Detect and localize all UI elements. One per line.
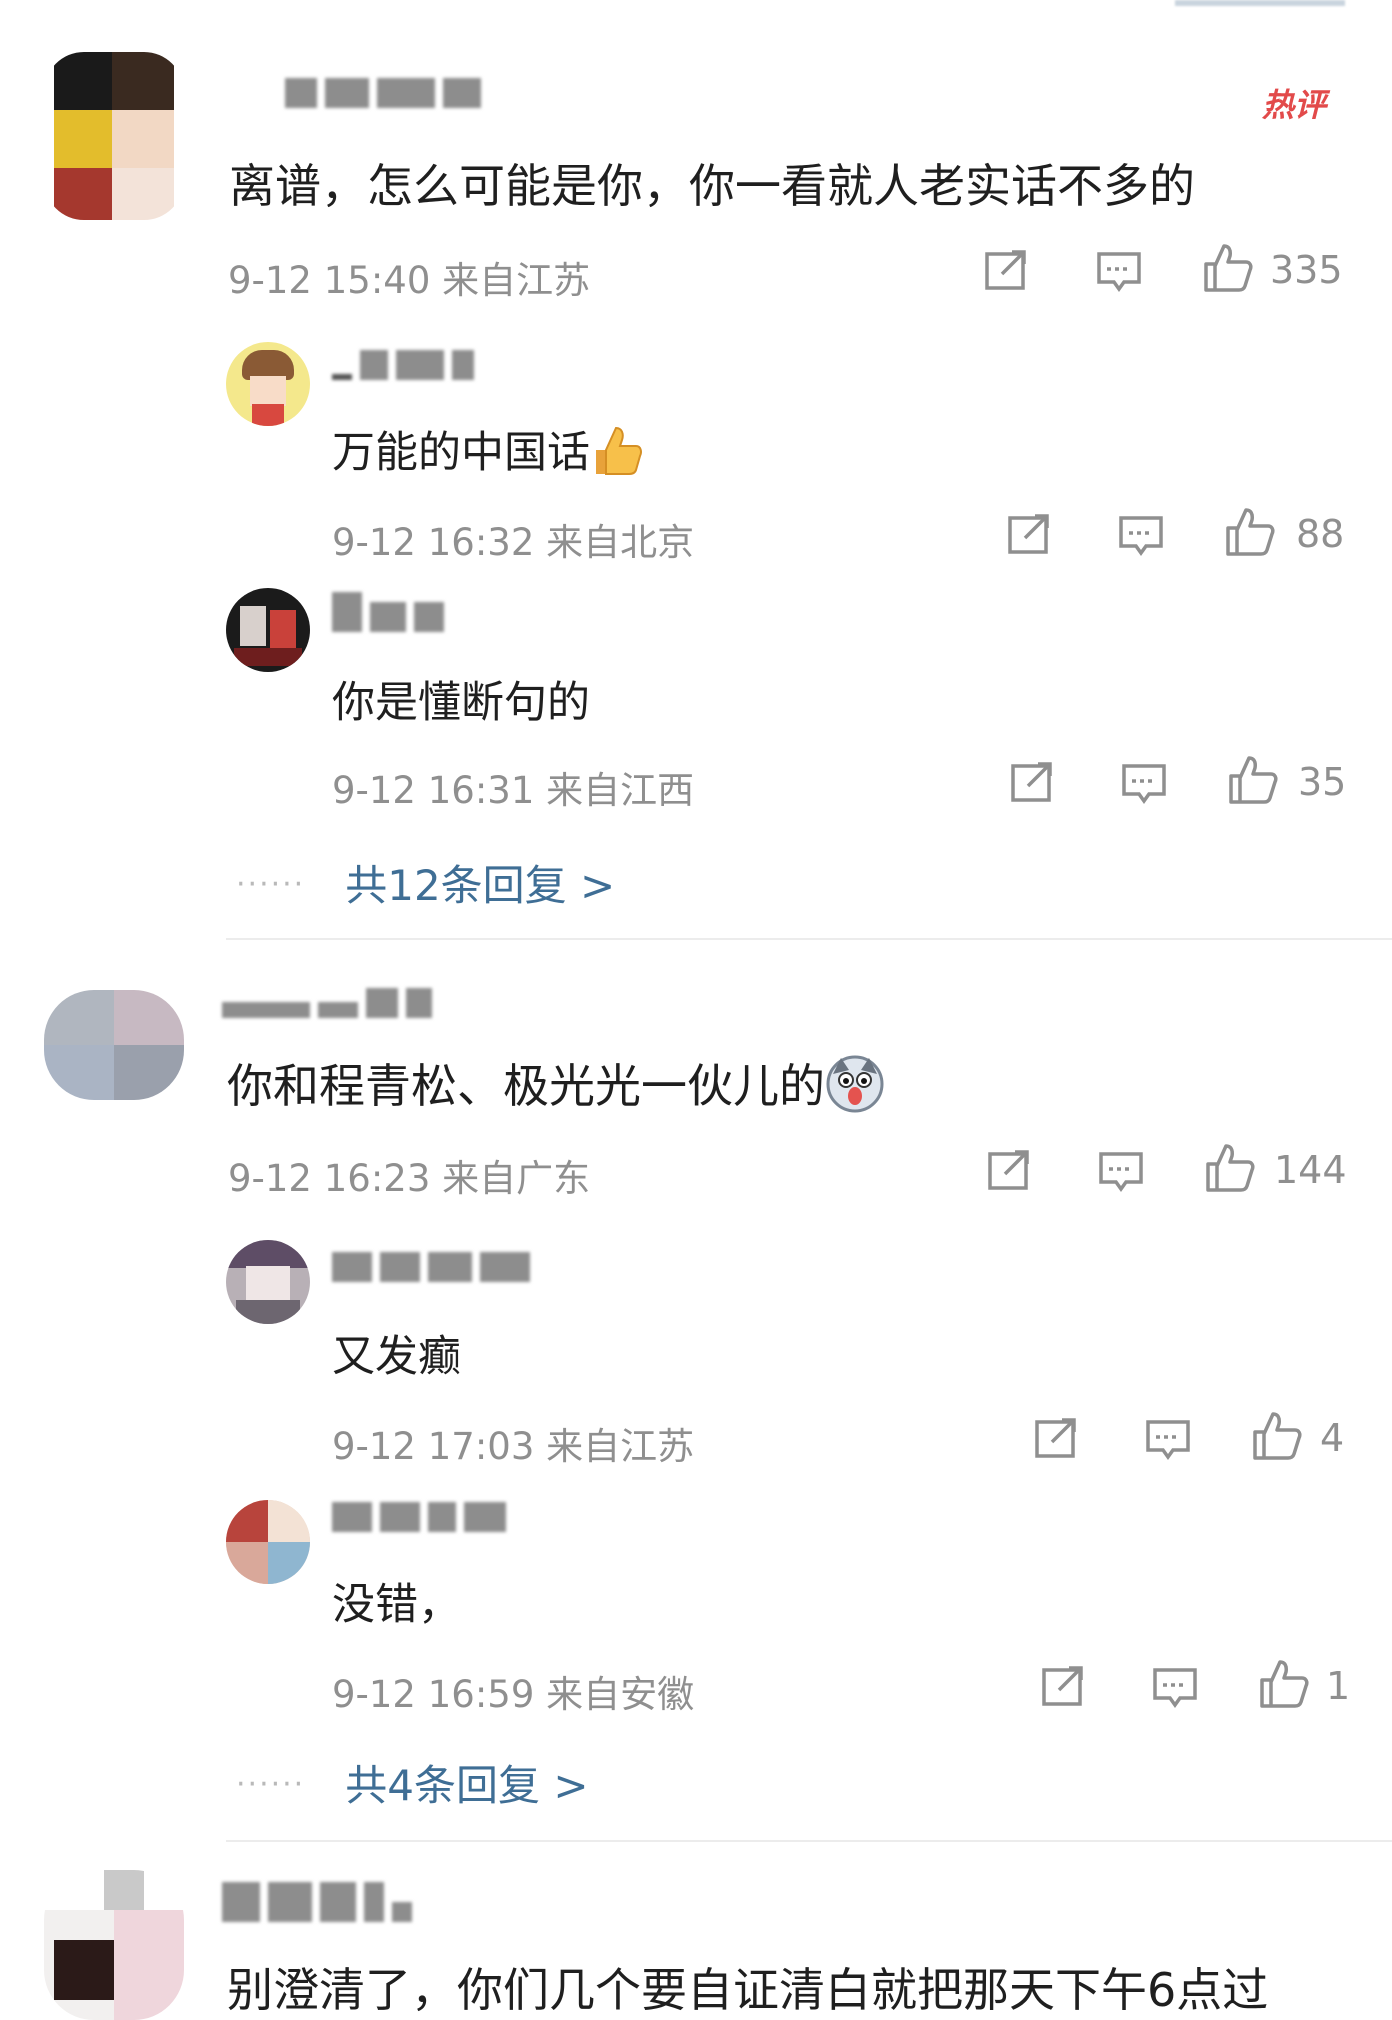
top-cutoff-fragment [1175,0,1345,6]
reply-text: 你是懂断句的 [332,678,590,728]
chevron-right-icon: > [553,1761,589,1810]
like-icon[interactable] [1258,1658,1310,1710]
username-blurred[interactable] [332,592,452,632]
avatar[interactable] [44,990,184,1100]
reply-text: 没错， [332,1580,461,1630]
username-blurred[interactable] [332,1502,514,1532]
avatar[interactable] [226,1240,310,1324]
username-blurred[interactable] [285,78,489,108]
divider [226,938,1392,940]
dots-separator: ······ [236,1767,306,1802]
more-replies-label: 共4条回复 [345,1761,540,1810]
avatar[interactable] [226,1500,310,1584]
like-count: 1 [1326,1664,1351,1708]
comment-text-label: 你和程青松、极光光一伙儿的 [227,1059,825,1113]
more-replies-link[interactable]: ······ 共4条回复 > [236,1752,589,1813]
like-icon[interactable] [1204,1142,1256,1194]
reply-meta: 9-12 16:31 来自江西 [332,769,695,812]
reply-text: 万能的中国话 [332,418,646,489]
divider [226,1840,1392,1842]
like-count: 4 [1320,1416,1345,1460]
reply-text: 又发癫 [332,1332,461,1382]
like-icon[interactable] [1227,754,1279,806]
like-icon[interactable] [1202,242,1254,294]
avatar[interactable] [44,1870,184,2020]
thumbs-up-emoji [590,422,646,489]
reply-meta: 9-12 16:32 来自北京 [332,521,695,564]
comment-text: 你和程青松、极光光一伙儿的 [227,1050,885,1125]
like-icon[interactable] [1224,506,1276,558]
chevron-right-icon: > [580,861,616,910]
like-count: 144 [1274,1148,1347,1192]
avatar[interactable] [226,588,310,672]
reply-icon[interactable] [1121,762,1167,806]
username-blurred[interactable] [222,988,440,1018]
reply-meta: 9-12 16:59 来自安徽 [332,1673,695,1716]
more-replies-link[interactable]: ······ 共12条回复 > [236,852,615,913]
share-icon[interactable] [984,248,1030,292]
comment-text: 离谱，怎么可能是你，你一看就人老实话不多的 [229,159,1195,213]
share-icon[interactable] [1041,1664,1087,1708]
like-count: 335 [1270,248,1343,292]
comment-meta: 9-12 16:23 来自广东 [228,1157,591,1200]
username-blurred[interactable] [332,1252,538,1282]
comment-text: 别澄清了，你们几个要自证清白就把那天下午6点过 [227,1963,1269,2017]
avatar[interactable] [44,52,184,220]
avatar[interactable] [226,342,310,426]
reply-text-label: 万能的中国话 [332,428,590,478]
reply-icon[interactable] [1152,1666,1198,1710]
dots-separator: ······ [236,867,306,902]
share-icon[interactable] [1034,1416,1080,1460]
more-replies-label: 共12条回复 [345,861,567,910]
reply-icon[interactable] [1118,514,1164,558]
reply-icon[interactable] [1145,1418,1191,1462]
comment-meta: 9-12 15:40 来自江苏 [228,259,591,302]
reply-meta: 9-12 17:03 来自江苏 [332,1425,695,1468]
username-blurred[interactable] [332,350,482,380]
hot-comment-badge: 热评 [1262,86,1327,124]
share-icon[interactable] [987,1148,1033,1192]
reply-icon[interactable] [1096,250,1142,294]
reply-icon[interactable] [1098,1150,1144,1194]
share-icon[interactable] [1007,512,1053,556]
husky-emoji [825,1054,885,1125]
like-count: 88 [1296,512,1345,556]
username-blurred[interactable] [222,1882,420,1922]
like-icon[interactable] [1251,1410,1303,1462]
share-icon[interactable] [1010,760,1056,804]
like-count: 35 [1298,760,1347,804]
